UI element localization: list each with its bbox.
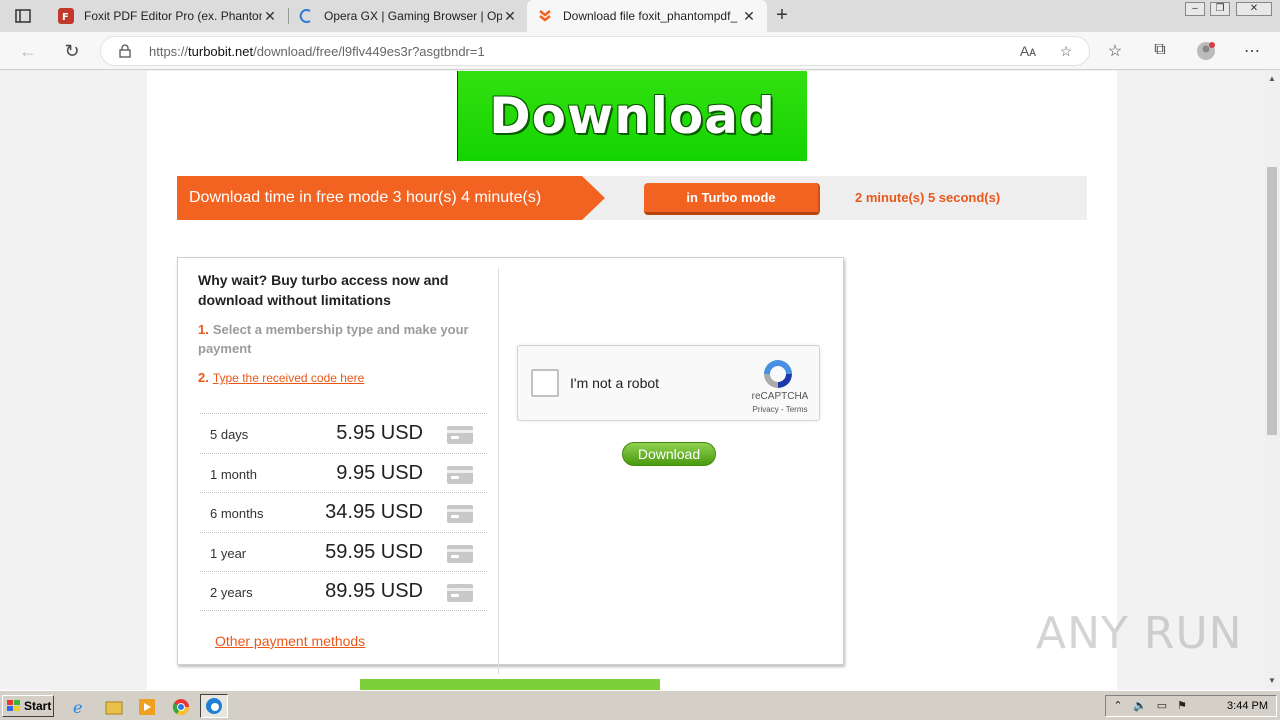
step-1: 1. Select a membership type and make your…: [198, 322, 469, 356]
close-icon[interactable]: ✕: [741, 8, 757, 25]
price-row[interactable]: 5 days 5.95 USD: [200, 413, 487, 453]
enter-code-link[interactable]: Type the received code here: [213, 371, 364, 385]
step-2: 2. Type the received code here: [198, 370, 365, 385]
tab-actions-icon[interactable]: [10, 6, 36, 26]
captcha-checkbox[interactable]: [531, 369, 559, 397]
favorites-icon[interactable]: ☆: [1105, 41, 1125, 61]
opera-favicon-icon: [298, 8, 314, 24]
back-arrow-icon[interactable]: ←: [16, 39, 40, 63]
restore-button[interactable]: ❐: [1210, 2, 1230, 16]
recaptcha-brand: reCAPTCHA: [751, 391, 809, 402]
chrome-icon[interactable]: [171, 697, 191, 717]
credit-card-icon[interactable]: [447, 465, 473, 484]
more-menu-icon[interactable]: ⋯: [1242, 41, 1262, 61]
tab-turbobit[interactable]: Download file foxit_phantompdf_ ✕: [527, 0, 767, 32]
tab-title: Opera GX | Gaming Browser | Op: [324, 9, 502, 23]
page-scrollbar[interactable]: ▲ ▼: [1265, 71, 1280, 690]
recaptcha-logo-icon: [760, 356, 796, 392]
membership-column: Why wait? Buy turbo access now and downl…: [178, 268, 499, 674]
tab-strip: F Foxit PDF Editor Pro (ex. Phantom ✕ Op…: [0, 0, 1280, 32]
svg-text:e: e: [73, 698, 82, 716]
why-wait-heading: Why wait? Buy turbo access now and downl…: [198, 272, 449, 308]
scroll-down-icon[interactable]: ▼: [1268, 676, 1276, 685]
close-window-button[interactable]: ✕: [1236, 2, 1272, 16]
network-icon[interactable]: ▭: [1154, 699, 1170, 715]
credit-card-icon[interactable]: [447, 544, 473, 563]
turbobit-favicon-icon: [537, 8, 553, 24]
ie-icon[interactable]: e: [70, 697, 90, 717]
close-icon[interactable]: ✕: [502, 8, 518, 25]
other-payment-methods-link[interactable]: Other payment methods: [215, 633, 365, 649]
price-row[interactable]: 2 years 89.95 USD: [200, 571, 487, 611]
flag-icon[interactable]: ⚑: [1174, 699, 1190, 715]
recaptcha-widget: I'm not a robot reCAPTCHA Privacy - Term…: [517, 345, 820, 421]
price-row[interactable]: 6 months 34.95 USD: [200, 492, 487, 532]
credit-card-icon[interactable]: [447, 426, 473, 444]
foxit-favicon-icon: F: [58, 8, 74, 24]
free-mode-time: Download time in free mode 3 hour(s) 4 m…: [177, 176, 605, 220]
download-banner[interactable]: Download: [457, 71, 807, 161]
scroll-thumb[interactable]: [1267, 167, 1277, 435]
clock: 3:44 PM: [1227, 700, 1268, 712]
taskbar: Start e ⌃ 🔈 ▭ ⚑ 3:44 PM: [0, 690, 1280, 720]
credit-card-icon[interactable]: [447, 505, 473, 524]
refresh-icon[interactable]: ↻: [60, 39, 84, 63]
anyrun-watermark: ANY RUN: [1036, 608, 1243, 659]
edge-icon[interactable]: [200, 694, 228, 718]
lock-icon: [119, 44, 131, 61]
captcha-label: I'm not a robot: [570, 375, 660, 391]
turbo-mode-button[interactable]: in Turbo mode: [644, 183, 820, 215]
scroll-up-icon[interactable]: ▲: [1268, 74, 1276, 83]
browser-toolbar: ← ↻ https://turbobit.net/download/free/l…: [0, 32, 1280, 70]
tab-title: Download file foxit_phantompdf_: [563, 9, 738, 23]
bottom-banner[interactable]: [360, 679, 660, 690]
price-list: 5 days 5.95 USD 1 month 9.95 USD 6 month…: [200, 413, 487, 611]
add-favorite-icon[interactable]: ☆: [1057, 43, 1075, 61]
close-icon[interactable]: ✕: [262, 8, 278, 25]
page-viewport: Download Download time in free mode 3 ho…: [0, 71, 1265, 690]
download-button[interactable]: Download: [622, 442, 716, 466]
credit-card-icon[interactable]: [447, 584, 473, 603]
svg-text:F: F: [62, 12, 69, 23]
price-row[interactable]: 1 year 59.95 USD: [200, 531, 487, 572]
windows-logo-icon: [7, 700, 20, 711]
read-aloud-icon[interactable]: Aᴀ: [1019, 43, 1037, 61]
folder-icon[interactable]: [104, 697, 124, 717]
system-tray: ⌃ 🔈 ▭ ⚑ 3:44 PM: [1105, 695, 1277, 717]
price-row[interactable]: 1 month 9.95 USD: [200, 452, 487, 493]
tab-opera[interactable]: Opera GX | Gaming Browser | Op ✕: [288, 0, 528, 32]
media-player-icon[interactable]: [137, 697, 157, 717]
recaptcha-terms-link[interactable]: Privacy - Terms: [740, 405, 820, 414]
url-text[interactable]: https://turbobit.net/download/free/l9flv…: [149, 44, 485, 59]
start-button[interactable]: Start: [2, 695, 54, 717]
tab-title: Foxit PDF Editor Pro (ex. Phantom: [84, 9, 262, 23]
download-time-bar: Download time in free mode 3 hour(s) 4 m…: [177, 176, 1087, 220]
collections-icon[interactable]: ⧉: [1150, 41, 1170, 61]
minimize-button[interactable]: –: [1185, 2, 1205, 16]
chevron-up-icon[interactable]: ⌃: [1110, 699, 1126, 715]
speaker-icon[interactable]: 🔈: [1132, 699, 1148, 715]
turbo-time: 2 minute(s) 5 second(s): [855, 190, 1001, 205]
tab-foxit[interactable]: F Foxit PDF Editor Pro (ex. Phantom ✕: [48, 0, 288, 32]
profile-avatar-icon[interactable]: [1196, 41, 1216, 61]
address-bar[interactable]: https://turbobit.net/download/free/l9flv…: [100, 36, 1090, 66]
page-content: Download Download time in free mode 3 ho…: [147, 71, 1117, 690]
purchase-box: Why wait? Buy turbo access now and downl…: [177, 257, 844, 674]
new-tab-button[interactable]: +: [770, 4, 794, 28]
banner-text: Download: [489, 87, 776, 145]
